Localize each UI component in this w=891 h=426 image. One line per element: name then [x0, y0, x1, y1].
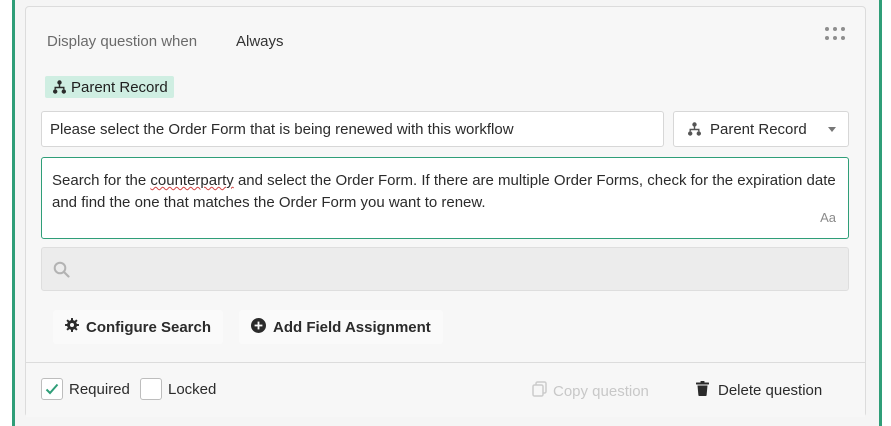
- question-card: Display question when Always Parent Reco…: [25, 6, 866, 417]
- display-condition-value[interactable]: Always: [236, 33, 284, 50]
- description-misspelled-word: counterparty: [150, 172, 234, 189]
- parent-record-tag: Parent Record: [45, 76, 174, 98]
- configure-search-label: Configure Search: [86, 318, 212, 336]
- required-label: Required: [69, 380, 130, 398]
- text-format-toggle[interactable]: Aa: [820, 207, 836, 229]
- delete-question-label: Delete question: [718, 382, 823, 399]
- question-description-editor[interactable]: Search for the counterparty and select t…: [41, 157, 849, 239]
- required-checkbox[interactable]: Required: [41, 378, 130, 400]
- copy-question-label: Copy question: [553, 382, 649, 400]
- tree-icon: [688, 122, 701, 136]
- question-footer: Required Locked Copy question Delete que…: [26, 362, 865, 417]
- question-type-select[interactable]: Parent Record: [673, 111, 849, 147]
- copy-icon: [532, 381, 547, 401]
- configure-search-button[interactable]: Configure Search: [53, 310, 224, 344]
- add-field-assignment-button[interactable]: Add Field Assignment: [239, 310, 443, 344]
- delete-question-button[interactable]: Delete question: [696, 381, 822, 400]
- copy-question-button[interactable]: Copy question: [532, 381, 649, 401]
- search-input[interactable]: [41, 247, 849, 291]
- description-text-start: Search for the: [52, 172, 151, 189]
- search-icon: [53, 261, 70, 283]
- locked-label: Locked: [168, 380, 217, 398]
- gear-icon: [65, 318, 79, 336]
- question-text-input[interactable]: [41, 111, 664, 147]
- checkmark-icon[interactable]: [41, 378, 63, 400]
- chevron-down-icon: [828, 126, 836, 132]
- trash-icon: [696, 381, 709, 400]
- locked-checkbox[interactable]: Locked: [140, 378, 216, 400]
- add-field-assignment-label: Add Field Assignment: [273, 318, 431, 336]
- question-type-label: Parent Record: [710, 120, 807, 138]
- drag-handle-icon[interactable]: [825, 27, 847, 41]
- parent-record-tag-label: Parent Record: [71, 78, 168, 96]
- tree-icon: [53, 80, 66, 94]
- checkbox-box[interactable]: [140, 378, 162, 400]
- display-condition-label: Display question when: [47, 33, 198, 50]
- plus-circle-icon: [251, 317, 266, 337]
